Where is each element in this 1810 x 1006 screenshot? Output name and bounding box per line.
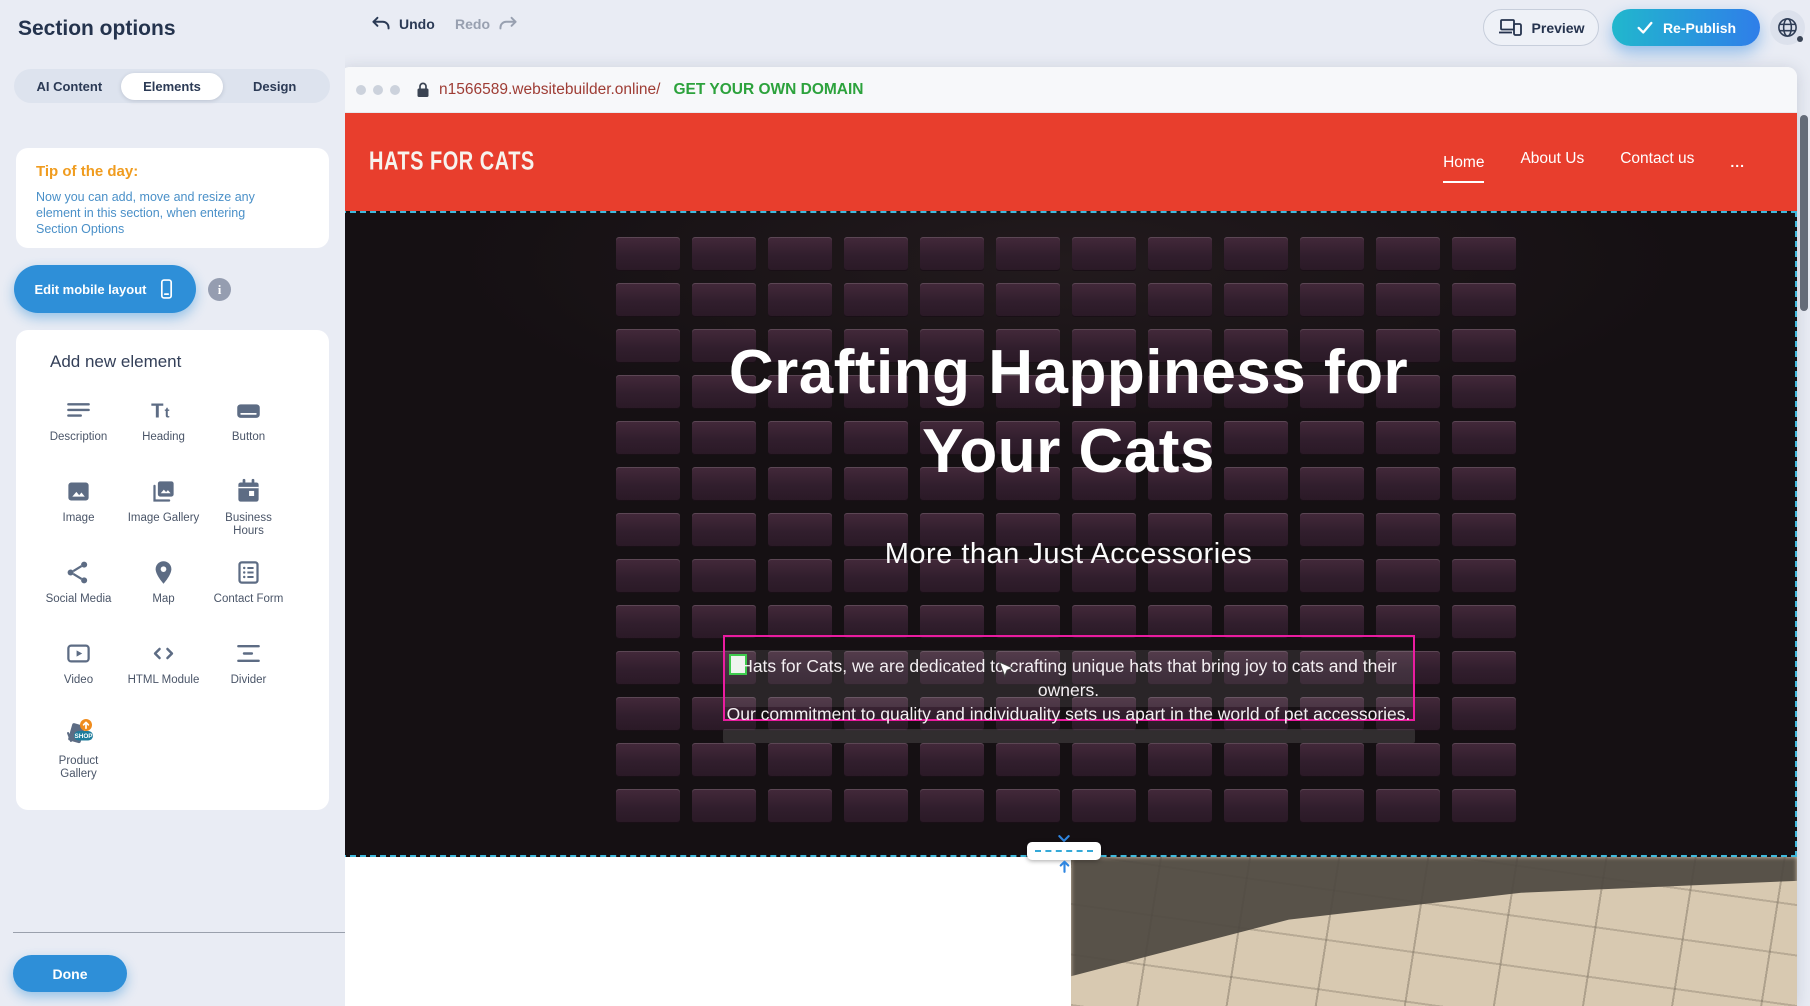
redo-button[interactable]: Redo bbox=[455, 16, 518, 32]
hero-section-selected[interactable]: Crafting Happiness for Your Cats More th… bbox=[340, 211, 1797, 857]
hero-paragraph[interactable]: Hats for Cats, we are dedicated to craft… bbox=[725, 654, 1413, 726]
site-header: HATS FOR CATS Home About Us Contact us .… bbox=[340, 113, 1797, 211]
section-resize-handle[interactable] bbox=[1020, 835, 1108, 873]
mobile-phone-icon bbox=[158, 278, 175, 300]
panel-divider bbox=[13, 932, 345, 933]
next-section[interactable] bbox=[340, 857, 1797, 1006]
arrow-up-icon bbox=[1058, 860, 1071, 873]
product-gallery-icon: SHOP bbox=[62, 718, 96, 750]
site-preview-window: n1566589.websitebuilder.online/ GET YOUR… bbox=[340, 67, 1797, 1006]
get-your-own-domain-link[interactable]: GET YOUR OWN DOMAIN bbox=[673, 81, 863, 99]
add-element-image[interactable]: Image bbox=[36, 475, 121, 556]
image-gallery-icon bbox=[150, 475, 177, 507]
undo-button[interactable]: Undo bbox=[371, 16, 435, 32]
site-url[interactable]: n1566589.websitebuilder.online/ bbox=[439, 81, 660, 99]
add-element-contact-form[interactable]: Contact Form bbox=[206, 556, 291, 637]
resize-pill[interactable] bbox=[1027, 842, 1101, 860]
tab-design[interactable]: Design bbox=[223, 73, 326, 100]
mouse-cursor bbox=[998, 661, 1014, 679]
nav-more-menu[interactable]: ... bbox=[1730, 154, 1745, 170]
panel-tabs: AI Content Elements Design bbox=[14, 69, 330, 103]
floor-shadow bbox=[1071, 857, 1797, 1006]
social-media-icon bbox=[65, 556, 92, 588]
add-element-button[interactable]: Button bbox=[206, 394, 291, 475]
done-button[interactable]: Done bbox=[13, 955, 127, 992]
globe-notification-dot bbox=[1797, 36, 1803, 42]
nav-about-us[interactable]: About Us bbox=[1520, 150, 1584, 174]
hero-subtitle[interactable]: More than Just Accessories bbox=[340, 538, 1797, 571]
nav-contact-us[interactable]: Contact us bbox=[1620, 150, 1694, 174]
description-icon bbox=[65, 394, 92, 426]
heading-icon: T t bbox=[150, 394, 177, 426]
tip-of-the-day-card: Tip of the day: Now you can add, move an… bbox=[16, 148, 329, 248]
undo-icon bbox=[371, 16, 391, 32]
floor-photo bbox=[1071, 857, 1797, 1006]
nav-home[interactable]: Home bbox=[1443, 154, 1484, 183]
contact-form-icon bbox=[235, 556, 262, 588]
preview-button[interactable]: Preview bbox=[1483, 9, 1599, 46]
tip-heading: Tip of the day: bbox=[36, 163, 309, 180]
add-element-map[interactable]: Map bbox=[121, 556, 206, 637]
add-element-html-module[interactable]: HTML Module bbox=[121, 637, 206, 718]
republish-button[interactable]: Re-Publish bbox=[1612, 9, 1760, 46]
hero-title[interactable]: Crafting Happiness for Your Cats bbox=[340, 333, 1797, 491]
divider-icon bbox=[235, 637, 262, 669]
tip-body: Now you can add, move and resize any ele… bbox=[36, 189, 281, 237]
add-new-element-card: Add new element Description T t bbox=[16, 330, 329, 810]
site-logo[interactable]: HATS FOR CATS bbox=[369, 147, 535, 177]
tab-ai-content[interactable]: AI Content bbox=[18, 73, 121, 100]
globe-icon bbox=[1777, 17, 1798, 38]
arrow-down-icon bbox=[1058, 835, 1070, 842]
image-icon bbox=[65, 475, 92, 507]
language-globe-button[interactable] bbox=[1770, 10, 1805, 45]
button-icon bbox=[235, 394, 262, 426]
add-element-image-gallery[interactable]: Image Gallery bbox=[121, 475, 206, 556]
add-element-heading: Add new element bbox=[50, 352, 329, 372]
add-element-divider[interactable]: Divider bbox=[206, 637, 291, 718]
element-grid: Description T t Heading bbox=[36, 394, 329, 799]
svg-text:t: t bbox=[165, 405, 170, 421]
add-element-heading[interactable]: T t Heading bbox=[121, 394, 206, 475]
devices-icon bbox=[1498, 18, 1523, 37]
page-title: Section options bbox=[18, 17, 176, 41]
add-element-social-media[interactable]: Social Media bbox=[36, 556, 121, 637]
edit-mobile-layout-button[interactable]: Edit mobile layout bbox=[14, 265, 196, 313]
element-ghost-band bbox=[723, 729, 1415, 743]
shop-badge: SHOP bbox=[74, 733, 93, 740]
section-options-panel: Section options AI Content Elements Desi… bbox=[0, 0, 345, 1006]
redo-icon bbox=[498, 16, 518, 32]
site-nav: Home About Us Contact us ... bbox=[1443, 150, 1745, 174]
map-pin-icon bbox=[150, 556, 177, 588]
business-hours-icon bbox=[235, 475, 262, 507]
lock-icon bbox=[416, 82, 430, 98]
info-icon[interactable]: i bbox=[208, 278, 231, 301]
html-module-icon bbox=[150, 637, 177, 669]
app-window: Section options AI Content Elements Desi… bbox=[0, 0, 1810, 1006]
tab-elements[interactable]: Elements bbox=[121, 73, 224, 100]
check-icon bbox=[1636, 20, 1654, 35]
browser-chrome-bar: n1566589.websitebuilder.online/ GET YOUR… bbox=[340, 67, 1797, 113]
preview-scrollbar-thumb[interactable] bbox=[1800, 115, 1808, 311]
browser-dots bbox=[356, 85, 400, 95]
add-element-business-hours[interactable]: Business Hours bbox=[206, 475, 291, 556]
add-element-product-gallery[interactable]: SHOP Product Gallery bbox=[36, 718, 121, 799]
edit-mobile-layout-label: Edit mobile layout bbox=[35, 282, 147, 297]
hero-paragraph-element-selected[interactable]: Hats for Cats, we are dedicated to craft… bbox=[723, 635, 1415, 721]
add-element-video[interactable]: Video bbox=[36, 637, 121, 718]
add-element-description[interactable]: Description bbox=[36, 394, 121, 475]
svg-text:T: T bbox=[151, 400, 164, 422]
video-icon bbox=[65, 637, 92, 669]
